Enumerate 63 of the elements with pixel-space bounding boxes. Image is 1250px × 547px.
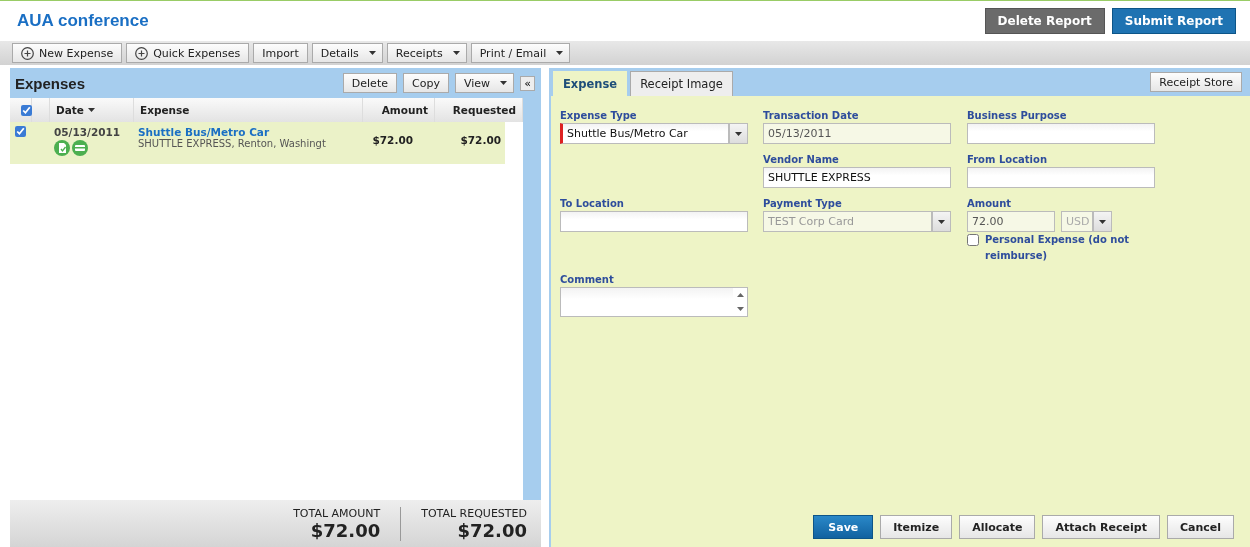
text-field[interactable]: SHUTTLE EXPRESS <box>763 167 951 188</box>
add-icon <box>135 46 149 60</box>
toolbar-button[interactable]: Details <box>311 43 383 63</box>
form-button[interactable]: Attach Receipt <box>1042 515 1160 539</box>
toolbar-button[interactable]: Receipts <box>386 43 467 63</box>
caret-icon <box>735 131 742 136</box>
toolbar-button[interactable]: Print / Email <box>470 43 571 63</box>
report-title: AUA conference <box>17 11 149 31</box>
card-icon <box>72 140 88 156</box>
vendor-text: SHUTTLE EXPRESS, Renton, Washingt <box>138 138 327 149</box>
field-label: From Location <box>967 154 1048 165</box>
caret-icon <box>556 51 564 55</box>
add-icon <box>21 46 34 60</box>
receipt-icon <box>54 140 70 156</box>
date-cell-text: 05/13/2011 <box>54 126 122 138</box>
caret-icon <box>452 51 460 55</box>
checkbox-label: Personal Expense (do not reimburse) <box>985 233 1131 263</box>
expense-row[interactable]: 05/13/2011 Shuttle Bus/Metro Car SHUTTLE EXPRESS, Renton, Washingt $72.00 $72.00 <box>10 122 505 164</box>
tab[interactable]: Receipt Image <box>630 71 733 96</box>
report-action-button[interactable]: Delete Report <box>984 8 1105 34</box>
caret-icon <box>500 81 507 85</box>
field-label: Expense Type <box>560 110 638 121</box>
list-button[interactable]: View <box>454 73 514 93</box>
field-label: Amount <box>967 198 1013 209</box>
select-all-checkbox[interactable] <box>21 104 32 116</box>
row-checkbox[interactable] <box>15 126 26 137</box>
expense-type-link[interactable]: Shuttle Bus/Metro Car <box>138 126 341 138</box>
receipt-store-button[interactable]: Receipt Store <box>1150 72 1242 92</box>
total-value: $72.00 <box>457 520 527 541</box>
field-label: Business Purpose <box>967 110 1068 121</box>
sort-icon <box>87 108 95 112</box>
list-button[interactable]: Copy <box>403 73 449 93</box>
total-value: $72.00 <box>310 520 381 541</box>
report-action-button[interactable]: Submit Report <box>1111 8 1236 34</box>
down-arrow-icon[interactable] <box>736 307 744 311</box>
text-field[interactable] <box>967 123 1155 144</box>
toolbar-button[interactable]: Import <box>253 43 308 63</box>
text-field[interactable] <box>967 167 1155 188</box>
panel-title: Expenses <box>15 74 87 92</box>
list-button[interactable]: Delete <box>342 73 397 93</box>
field-label: Vendor Name <box>763 154 840 165</box>
toolbar-button[interactable]: New Expense <box>12 43 123 63</box>
caret-icon <box>1099 219 1106 224</box>
checkbox[interactable] <box>967 234 979 246</box>
toolbar-button[interactable]: Quick Expenses <box>126 43 250 63</box>
field-label: Transaction Date <box>763 110 860 121</box>
field-label: To Location <box>560 198 625 209</box>
field-label: Payment Type <box>763 198 843 209</box>
caret-icon <box>368 51 376 55</box>
form-button[interactable]: Save <box>813 515 874 539</box>
total-label: TOTAL AMOUNT <box>293 507 381 520</box>
collapse-button[interactable]: « <box>520 75 535 91</box>
form-button[interactable]: Allocate <box>959 515 1036 539</box>
field-label: Comment <box>560 274 615 285</box>
form-button[interactable]: Itemize <box>880 515 953 539</box>
requested-cell-text: $72.00 <box>459 133 502 146</box>
up-arrow-icon[interactable] <box>736 293 744 297</box>
total-label: TOTAL REQUESTED <box>421 507 527 520</box>
text-field[interactable] <box>560 211 748 232</box>
amount-cell-text: $72.00 <box>371 133 414 146</box>
caret-icon <box>938 219 945 224</box>
tab[interactable]: Expense <box>553 71 628 96</box>
form-button[interactable]: Cancel <box>1166 515 1234 539</box>
